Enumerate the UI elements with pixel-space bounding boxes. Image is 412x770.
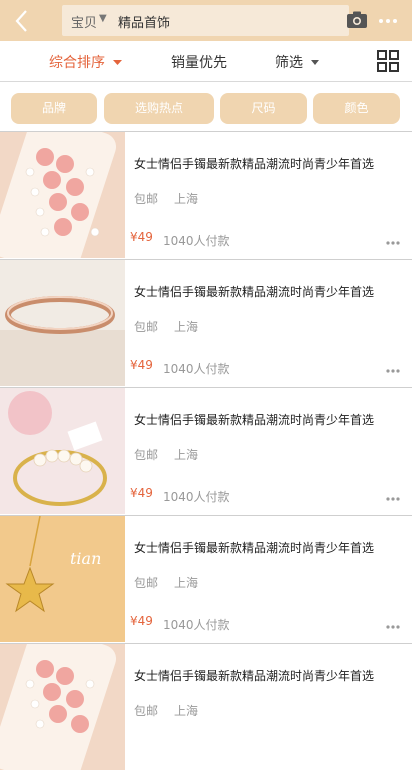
shipping-label: 包邮 bbox=[134, 192, 159, 206]
product-image[interactable] bbox=[0, 388, 125, 514]
product-title[interactable]: 女士情侣手镯最新款精品潮流时尚青少年首选 bbox=[134, 411, 374, 428]
caret-down-icon[interactable] bbox=[311, 60, 319, 66]
chip-brand[interactable]: 品牌 bbox=[11, 93, 97, 124]
product-price: ¥49 bbox=[130, 358, 153, 372]
product-title[interactable]: 女士情侣手镯最新款精品潮流时尚青少年首选 bbox=[134, 283, 374, 300]
location-label: 上海 bbox=[174, 320, 199, 334]
rose-gold-ring-image bbox=[0, 260, 125, 386]
caret-down-icon[interactable]: ▼ bbox=[99, 13, 107, 24]
product-image[interactable] bbox=[0, 644, 125, 770]
watermark-logo: tian bbox=[70, 549, 101, 568]
sort-by-sales[interactable]: 销量优先 bbox=[171, 52, 227, 72]
shipping-label: 包邮 bbox=[134, 448, 159, 462]
more-icon[interactable] bbox=[386, 625, 400, 629]
shipping-label: 包邮 bbox=[134, 704, 159, 718]
product-image[interactable] bbox=[0, 132, 125, 258]
product-meta: 包邮 上海 bbox=[134, 190, 198, 207]
search-input[interactable]: 宝贝 ▼ 精品首饰 bbox=[62, 5, 349, 36]
camera-icon[interactable] bbox=[346, 11, 368, 29]
sales-count: 1040人付款 bbox=[163, 234, 230, 248]
location-label: 上海 bbox=[174, 704, 199, 718]
shipping-label: 包邮 bbox=[134, 576, 159, 590]
pink-pearl-phone-case-image bbox=[0, 132, 125, 258]
product-meta: 包邮 上海 bbox=[134, 446, 198, 463]
location-label: 上海 bbox=[174, 448, 199, 462]
list-item[interactable]: 女士情侣手镯最新款精品潮流时尚青少年首选 包邮 上海 bbox=[0, 643, 412, 770]
sort-bar: 综合排序 销量优先 筛选 bbox=[0, 41, 412, 82]
more-icon[interactable] bbox=[386, 497, 400, 501]
product-meta: 包邮 上海 bbox=[134, 318, 198, 335]
more-icon[interactable] bbox=[378, 18, 398, 24]
product-price: ¥49 bbox=[130, 486, 153, 500]
top-bar: 宝贝 ▼ 精品首饰 bbox=[0, 0, 412, 41]
product-price: ¥49 bbox=[130, 230, 153, 244]
list-item[interactable]: 女士情侣手镯最新款精品潮流时尚青少年首选 包邮 上海 ¥49 1040人付款 bbox=[0, 387, 412, 514]
back-icon[interactable] bbox=[8, 6, 38, 36]
chip-color[interactable]: 颜色 bbox=[313, 93, 400, 124]
sales-count: 1040人付款 bbox=[163, 362, 230, 376]
list-item[interactable]: 女士情侣手镯最新款精品潮流时尚青少年首选 包邮 上海 ¥49 1040人付款 bbox=[0, 131, 412, 258]
product-title[interactable]: 女士情侣手镯最新款精品潮流时尚青少年首选 bbox=[134, 539, 374, 556]
list-item[interactable]: tian 女士情侣手镯最新款精品潮流时尚青少年首选 包邮 上海 ¥49 1040人… bbox=[0, 515, 412, 642]
product-title[interactable]: 女士情侣手镯最新款精品潮流时尚青少年首选 bbox=[134, 155, 374, 172]
filter-button[interactable]: 筛选 bbox=[275, 52, 303, 72]
caret-down-icon[interactable] bbox=[113, 60, 122, 66]
more-icon[interactable] bbox=[386, 241, 400, 245]
product-meta: 包邮 上海 bbox=[134, 574, 198, 591]
shipping-label: 包邮 bbox=[134, 320, 159, 334]
product-title[interactable]: 女士情侣手镯最新款精品潮流时尚青少年首选 bbox=[134, 667, 374, 684]
sales-count: 1040人付款 bbox=[163, 618, 230, 632]
product-image[interactable] bbox=[0, 260, 125, 386]
sort-comprehensive[interactable]: 综合排序 bbox=[49, 52, 105, 72]
chip-size[interactable]: 尺码 bbox=[220, 93, 307, 124]
product-meta: 包邮 上海 bbox=[134, 702, 198, 719]
chip-hot-picks[interactable]: 选购热点 bbox=[104, 93, 214, 124]
list-item[interactable]: 女士情侣手镯最新款精品潮流时尚青少年首选 包邮 上海 ¥49 1040人付款 bbox=[0, 259, 412, 386]
product-image[interactable]: tian bbox=[0, 516, 125, 642]
sales-count: 1040人付款 bbox=[163, 490, 230, 504]
search-query[interactable]: 精品首饰 bbox=[118, 12, 170, 31]
product-price: ¥49 bbox=[130, 614, 153, 628]
pearl-bracelet-image bbox=[0, 388, 125, 514]
pink-pearl-phone-case-image bbox=[0, 644, 125, 770]
grid-view-icon[interactable] bbox=[377, 50, 399, 72]
search-scope[interactable]: 宝贝 bbox=[71, 12, 97, 31]
location-label: 上海 bbox=[174, 576, 199, 590]
location-label: 上海 bbox=[174, 192, 199, 206]
filter-chips: 品牌 选购热点 尺码 颜色 bbox=[0, 82, 412, 131]
star-necklace-image: tian bbox=[0, 516, 125, 642]
more-icon[interactable] bbox=[386, 369, 400, 373]
